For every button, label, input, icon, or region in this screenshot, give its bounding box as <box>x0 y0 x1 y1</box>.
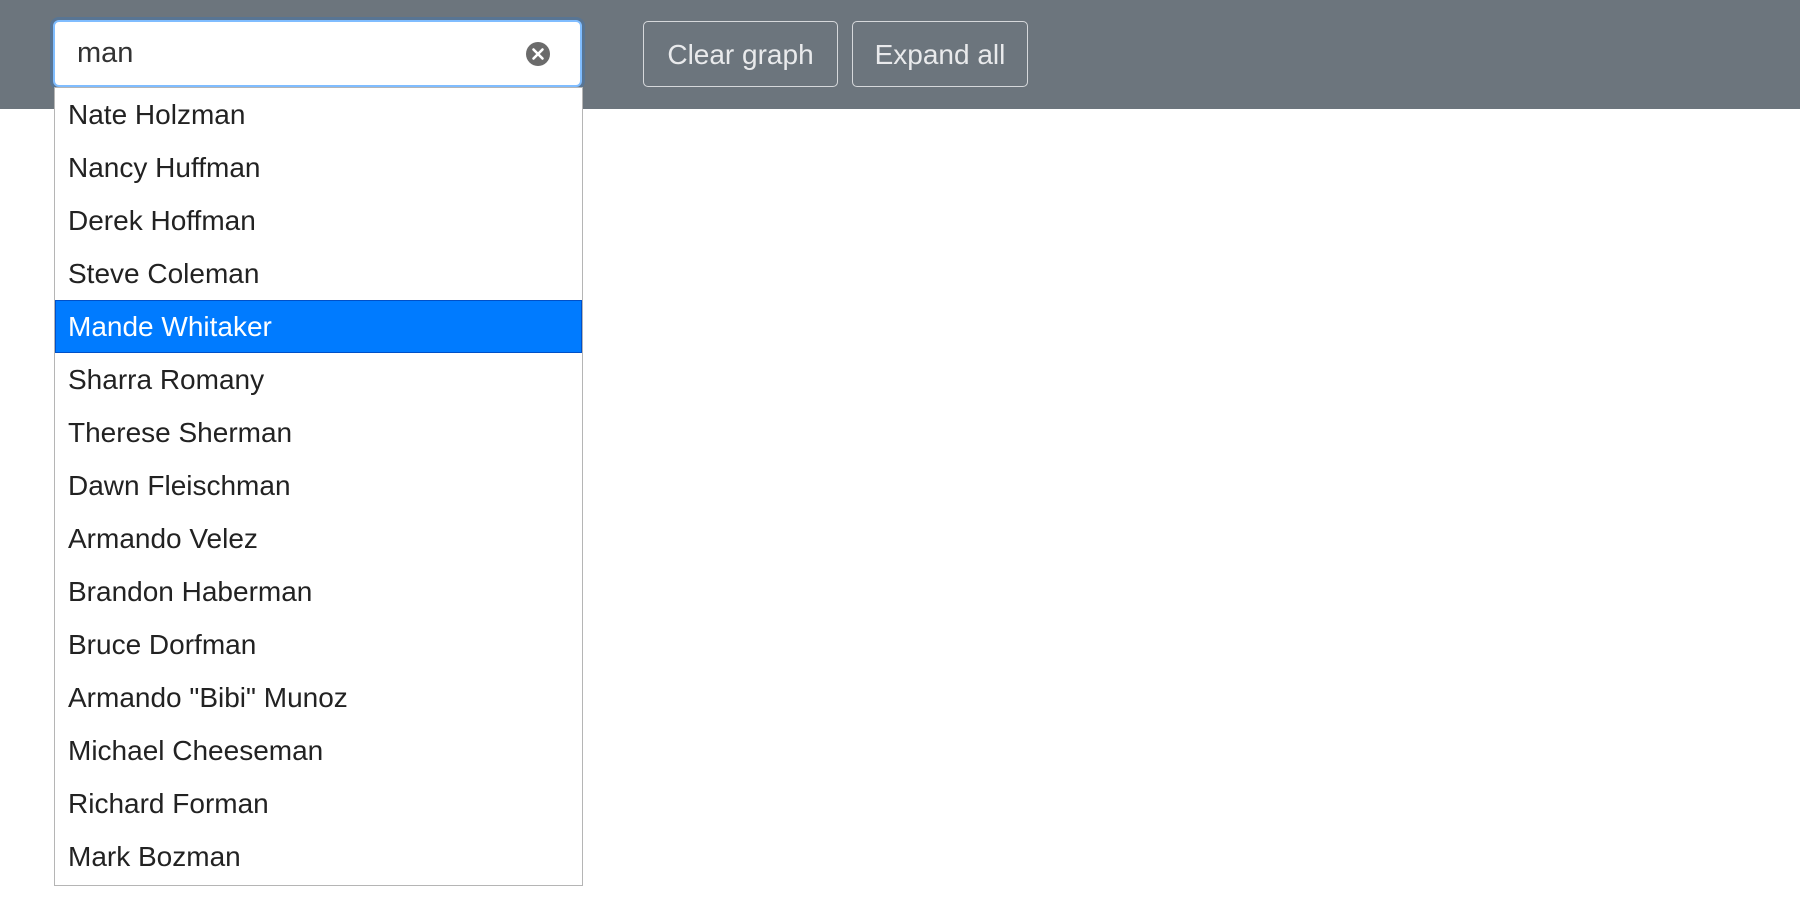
suggestion-item-active[interactable]: Mande Whitaker <box>55 300 582 353</box>
suggestion-item[interactable]: Sharra Romany <box>55 353 582 406</box>
suggestion-item[interactable]: Bruce Dorfman <box>55 618 582 671</box>
clear-graph-button[interactable]: Clear graph <box>643 21 838 87</box>
suggestion-item[interactable]: Brandon Haberman <box>55 565 582 618</box>
suggestion-item[interactable]: Nate Holzman <box>55 88 582 141</box>
suggestion-item[interactable]: Nancy Huffman <box>55 141 582 194</box>
search-box <box>53 20 582 87</box>
suggestion-item[interactable]: Derek Hoffman <box>55 194 582 247</box>
suggestion-item[interactable]: Armando "Bibi" Munoz <box>55 671 582 724</box>
suggestion-item[interactable]: Therese Sherman <box>55 406 582 459</box>
suggestion-item[interactable]: Armando Velez <box>55 512 582 565</box>
suggestion-item[interactable]: Dawn Fleischman <box>55 459 582 512</box>
suggestion-item[interactable]: Steve Coleman <box>55 247 582 300</box>
suggestion-item[interactable]: Michael Cheeseman <box>55 724 582 777</box>
autocomplete-dropdown: Nate Holzman Nancy Huffman Derek Hoffman St… <box>54 87 583 886</box>
expand-all-button[interactable]: Expand all <box>852 21 1028 87</box>
suggestion-item[interactable]: Richard Forman <box>55 777 582 830</box>
clear-search-icon[interactable] <box>525 41 551 67</box>
search-input[interactable] <box>55 22 580 85</box>
suggestion-item[interactable]: Mark Bozman <box>55 830 582 883</box>
